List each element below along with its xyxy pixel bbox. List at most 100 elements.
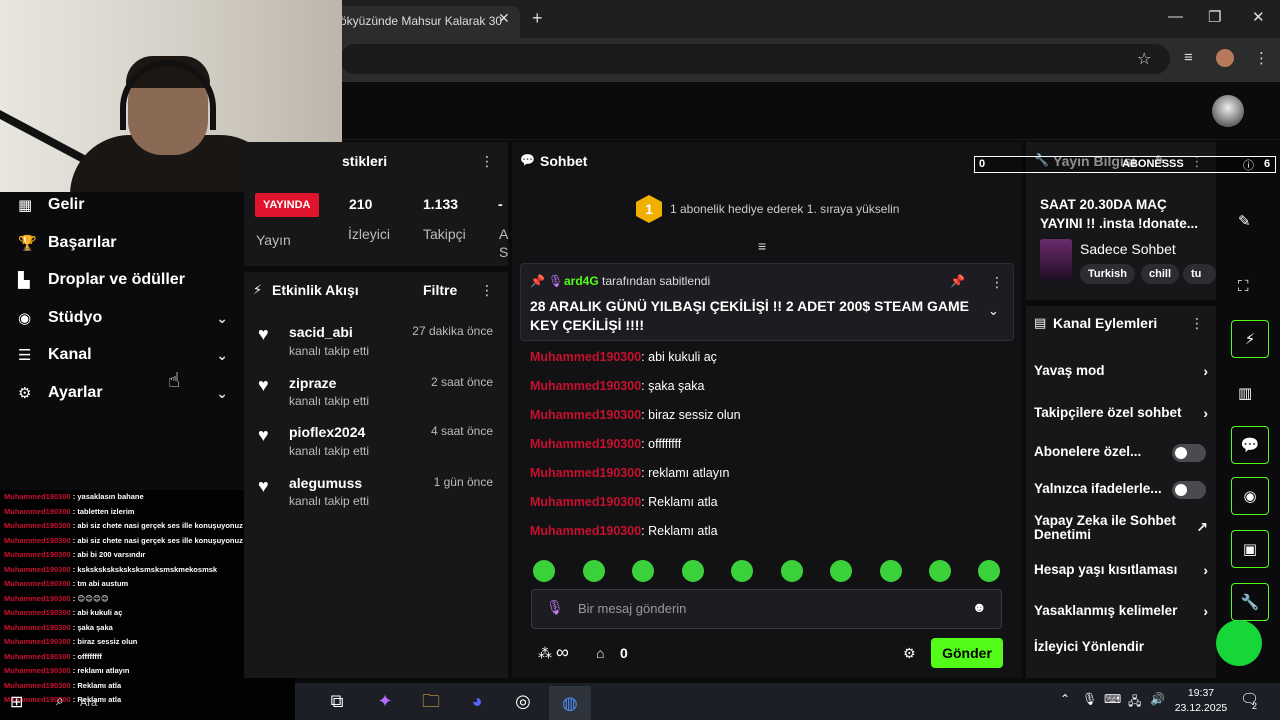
file-explorer-icon[interactable]: 🗀 <box>417 688 445 714</box>
emote-icon[interactable] <box>533 560 555 582</box>
browser-menu-icon[interactable]: ⋮ <box>1254 49 1269 67</box>
category-thumbnail[interactable] <box>1040 239 1072 281</box>
chat-username[interactable]: Muhammed190300 <box>530 408 641 422</box>
chat-username[interactable]: Muhammed190300 <box>530 379 641 393</box>
action-banned-words[interactable]: Yasaklanmış kelimeler › <box>1034 603 1208 623</box>
emote-icon[interactable] <box>781 560 803 582</box>
task-view-icon[interactable]: ⧉ <box>323 688 351 714</box>
activity-user[interactable]: alegumuss <box>289 475 362 491</box>
chat-message[interactable]: Muhammed190300: şaka şaka <box>530 379 704 393</box>
pinned-by-user[interactable]: ard4G <box>564 274 599 288</box>
chat-username[interactable]: Muhammed190300 <box>530 466 641 480</box>
activity-menu-icon[interactable]: ⋮ <box>480 282 494 299</box>
wrench-rail-icon[interactable]: 🔧 <box>1231 583 1269 621</box>
tag-pill[interactable]: chill <box>1141 264 1180 284</box>
obs-icon[interactable]: ◎ <box>509 688 537 714</box>
emote-icon[interactable] <box>583 560 605 582</box>
chat-rail-icon[interactable]: 💬 <box>1231 426 1269 464</box>
emote-icon[interactable] <box>929 560 951 582</box>
action-subscribers-only[interactable]: Abonelere özel... <box>1034 444 1208 464</box>
action-followers-only[interactable]: Takipçilere özel sohbet › <box>1034 405 1208 425</box>
window-close-button[interactable]: ✕ <box>1252 8 1265 26</box>
category-name[interactable]: Sadece Sohbet <box>1080 241 1176 257</box>
taskbar-clock[interactable]: 19:37 23.12.2025 <box>1172 686 1230 716</box>
chat-username[interactable]: Muhammed190300 <box>530 495 641 509</box>
gift-leaderboard-text[interactable]: 1 abonelik hediye ederek 1. sıraya yükse… <box>670 202 899 216</box>
taskbar-search-label[interactable]: Ara <box>80 697 97 709</box>
action-ai-moderation[interactable]: Yapay Zeka ile Sohbet Denetimi ↗ <box>1034 514 1208 546</box>
video-settings-icon[interactable]: ▣ <box>1231 530 1269 568</box>
sidebar-item-ayarlar[interactable]: ⚙ Ayarlar ⌄ <box>18 378 228 408</box>
chat-username[interactable]: Muhammed190300 <box>530 524 641 538</box>
pinned-menu-icon[interactable]: ⋮ <box>990 274 1004 291</box>
chat-message[interactable]: Muhammed190300: reklamı atlayın <box>530 466 729 480</box>
tray-network-icon[interactable]: 🖧 <box>1128 692 1141 713</box>
unpin-icon[interactable]: 📌 <box>950 274 965 288</box>
new-tab-button[interactable]: + <box>532 8 543 29</box>
chat-message[interactable]: Muhammed190300: offffffff <box>530 437 681 451</box>
discord-icon[interactable]: ◕ <box>463 688 491 714</box>
activity-user[interactable]: zipraze <box>289 375 336 391</box>
user-avatar[interactable] <box>1212 95 1244 127</box>
stats-menu-icon[interactable]: ⋮ <box>480 153 494 170</box>
maximize-button[interactable]: ❐ <box>1208 8 1221 26</box>
browser-tab[interactable]: ökyüzünde Mahsur Kalarak 30 <box>320 6 520 38</box>
sidebar-item-kanal[interactable]: ☰ Kanal ⌄ <box>18 340 228 370</box>
subscribers-only-toggle[interactable] <box>1172 444 1206 462</box>
chat-settings-icon[interactable]: ⚙ <box>903 645 916 662</box>
activity-user[interactable]: pioflex2024 <box>289 424 365 440</box>
emote-icon[interactable] <box>978 560 1000 582</box>
emote-icon[interactable] <box>731 560 753 582</box>
tray-mic-icon[interactable]: 🎙 <box>1082 692 1097 706</box>
emote-icon[interactable] <box>632 560 654 582</box>
sidebar-item-studyo[interactable]: ◉ Stüdyo ⌄ <box>18 303 228 333</box>
store-icon[interactable]: ⌂ <box>596 645 604 661</box>
edit-layout-icon[interactable]: ✎ <box>1238 212 1251 230</box>
tray-keyboard-icon[interactable]: ⌨ <box>1104 692 1121 706</box>
notes-icon[interactable]: ▥ <box>1238 384 1252 402</box>
chat-message[interactable]: Muhammed190300: biraz sessiz olun <box>530 408 741 422</box>
tag-pill[interactable]: tu <box>1183 264 1216 284</box>
sidebar-item-basarilar[interactable]: 🏆 Başarılar <box>18 228 228 258</box>
action-emotes-only[interactable]: Yalnızca ifadelerle... <box>1034 481 1208 501</box>
emotes-only-toggle[interactable] <box>1172 481 1206 499</box>
chrome-icon[interactable]: ◍ <box>549 686 591 720</box>
emoji-icon[interactable]: ☻ <box>972 599 987 615</box>
broadcast-icon[interactable]: ◉ <box>1231 477 1269 515</box>
tray-volume-icon[interactable]: 🔊 <box>1150 692 1165 706</box>
tab-close-icon[interactable]: ✕ <box>498 10 510 27</box>
points-icon[interactable]: ⁂ <box>538 645 552 662</box>
emote-icon[interactable] <box>682 560 704 582</box>
sidebar-item-gelir[interactable]: ▦ Gelir <box>18 190 228 220</box>
copilot-icon[interactable]: ✦ <box>371 688 399 714</box>
tag-pill[interactable]: Turkish <box>1080 264 1135 284</box>
taskbar-search-icon[interactable]: ⌕ <box>56 692 64 709</box>
action-raid[interactable]: İzleyici Yönlendir <box>1034 639 1208 659</box>
action-slow-mode[interactable]: Yavaş mod › <box>1034 363 1208 383</box>
bookmark-star-icon[interactable]: ☆ <box>1137 49 1151 69</box>
activity-filter-button[interactable]: Filtre <box>423 282 457 298</box>
quick-actions-icon[interactable]: ⚡ <box>1231 320 1269 358</box>
chat-message[interactable]: Muhammed190300: Reklamı atla <box>530 495 718 509</box>
channel-actions-menu-icon[interactable]: ⋮ <box>1190 315 1204 332</box>
tray-chevron-up-icon[interactable]: ⌃ <box>1060 692 1070 706</box>
send-button[interactable]: Gönder <box>931 638 1003 668</box>
chat-message[interactable]: Muhammed190300: Reklamı atla <box>530 524 718 538</box>
fullscreen-icon[interactable]: ⛶ <box>1238 278 1249 295</box>
chat-username[interactable]: Muhammed190300 <box>530 437 641 451</box>
address-bar[interactable] <box>340 44 1170 74</box>
sidebar-item-droplar[interactable]: ▙ Droplar ve ödüller <box>18 265 228 295</box>
profile-avatar-icon[interactable] <box>1216 49 1234 67</box>
emote-icon[interactable] <box>830 560 852 582</box>
emote-icon[interactable] <box>880 560 902 582</box>
media-controls-icon[interactable]: ≡ <box>1184 49 1193 66</box>
chat-message[interactable]: Muhammed190300: abi kukuli aç <box>530 350 717 364</box>
chevron-down-icon[interactable]: ⌄ <box>988 303 999 319</box>
support-headset-icon[interactable] <box>1216 620 1262 666</box>
collapse-icon[interactable]: ≡ <box>758 238 766 254</box>
chat-username[interactable]: Muhammed190300 <box>530 350 641 364</box>
minimize-button[interactable]: — <box>1168 8 1183 25</box>
action-account-age[interactable]: Hesap yaşı kısıtlaması › <box>1034 562 1208 582</box>
windows-start-icon[interactable]: ⊞ <box>10 692 23 712</box>
activity-user[interactable]: sacid_abi <box>289 324 353 340</box>
